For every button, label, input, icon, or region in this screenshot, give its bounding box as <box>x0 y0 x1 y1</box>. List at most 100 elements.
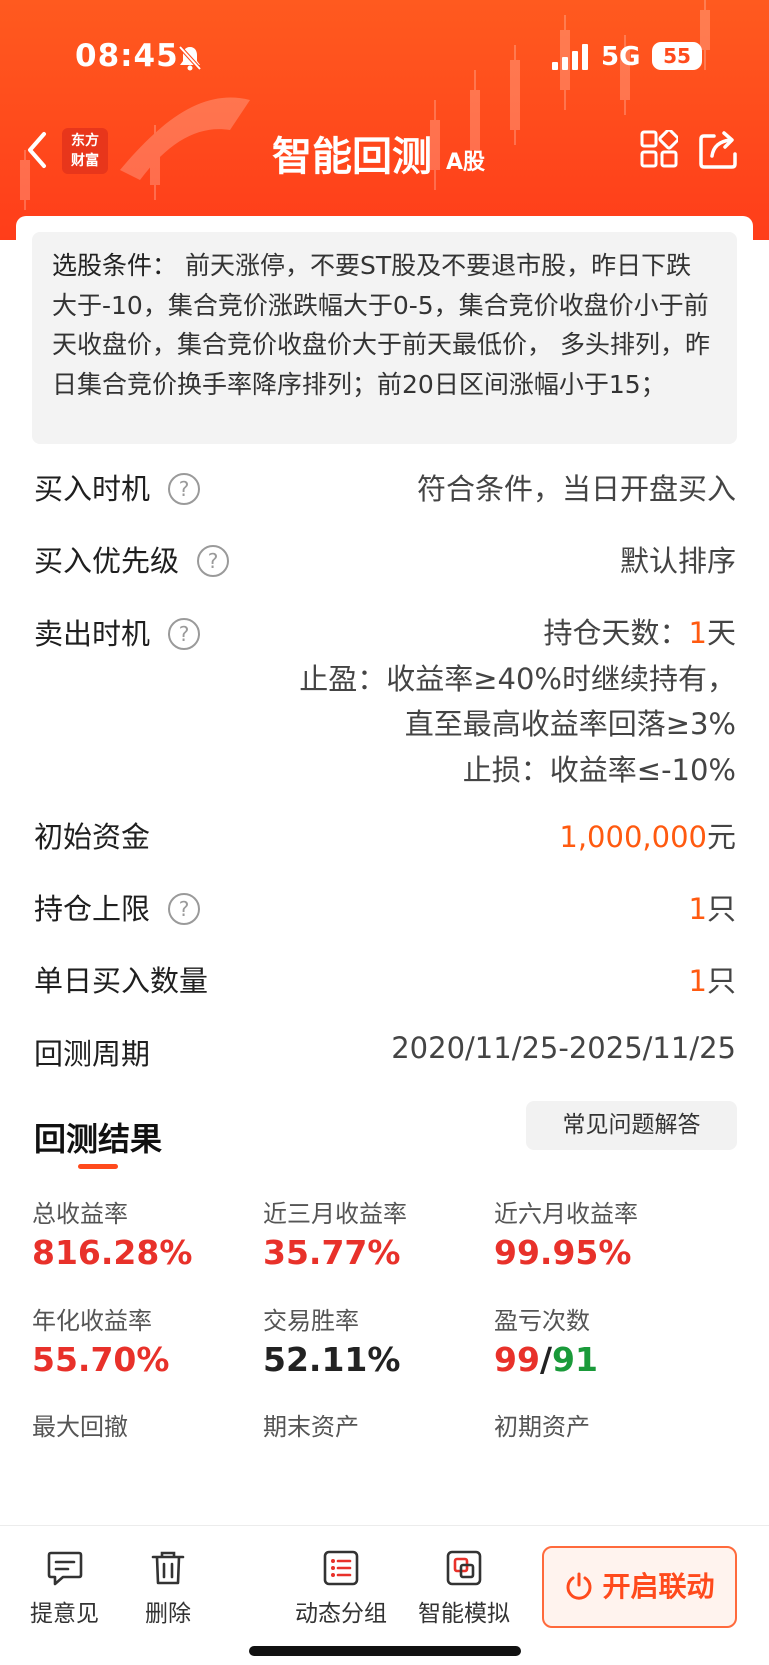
buy-priority-value: 默认排序 <box>619 544 736 578</box>
hold-days-line: 持仓天数：1天 <box>299 611 736 657</box>
feedback-label: 提意见 <box>30 1601 99 1627</box>
stat-label: 年化收益率 <box>32 1307 152 1335</box>
initial-capital-unit: 元 <box>706 820 736 854</box>
share-icon[interactable] <box>698 128 740 170</box>
initial-capital-label: 初始资金 <box>34 820 151 854</box>
hold-days-prefix: 持仓天数： <box>543 616 689 650</box>
stat-value: 55.70% <box>32 1340 170 1379</box>
daily-buy-count-value-wrap: 1只 <box>689 958 736 1000</box>
stat-value: 99/91 <box>494 1340 714 1379</box>
take-profit-line-2: 直至最高收益率回落≥3% <box>404 707 736 741</box>
buy-timing-value: 符合条件，当日开盘买入 <box>416 472 736 506</box>
smart-simulation-label: 智能模拟 <box>418 1601 510 1627</box>
daily-buy-count-unit: 只 <box>706 964 736 998</box>
backtest-period-label: 回测周期 <box>34 1037 151 1071</box>
backtest-card: 选股条件： 前天涨停，不要ST股及不要退市股，昨日下跌大于-10，集合竞价涨跌幅… <box>16 216 753 1665</box>
stat-value: 816.28% <box>32 1233 193 1272</box>
position-limit-value: 1 <box>688 892 707 926</box>
stat-label: 近六月收益率 <box>494 1200 638 1228</box>
stat-value: 99.95% <box>494 1233 632 1272</box>
initial-capital-value-wrap: 1,000,000元 <box>559 814 736 856</box>
loss-count: 91 <box>552 1340 598 1379</box>
stat-label: 期末资产 <box>263 1413 359 1441</box>
list-icon <box>323 1550 359 1586</box>
status-bar: 08:45 5G 55 <box>0 30 769 86</box>
stat-final-assets: 期末资产 <box>263 1407 483 1442</box>
position-limit-label: 持仓上限 <box>34 892 151 926</box>
position-limit-label-wrap: 持仓上限? <box>34 886 201 928</box>
buy-timing-label: 买入时机 <box>34 472 151 506</box>
results-title: 回测结果 <box>34 1120 163 1158</box>
stat-label: 近三月收益率 <box>263 1200 407 1228</box>
dynamic-group-label: 动态分组 <box>295 1601 387 1627</box>
sell-timing-label: 卖出时机 <box>34 617 151 651</box>
stat-six-month-return: 近六月收益率 99.95% <box>494 1194 714 1272</box>
home-indicator[interactable] <box>249 1646 521 1656</box>
initial-capital-value: 1,000,000 <box>559 820 707 854</box>
stat-max-drawdown: 最大回撤 <box>32 1407 252 1442</box>
stat-three-month-return: 近三月收益率 35.77% <box>263 1194 483 1272</box>
hold-days-value: 1 <box>688 616 707 650</box>
sell-timing-label-wrap: 卖出时机? <box>34 611 201 653</box>
stat-label: 初期资产 <box>494 1413 590 1441</box>
network-type: 5G <box>601 42 641 72</box>
stat-label: 盈亏次数 <box>494 1307 590 1335</box>
bell-off-icon <box>178 45 202 71</box>
enable-linkage-button[interactable]: 开启联动 <box>542 1546 737 1628</box>
conditions-label: 选股条件： <box>52 251 178 280</box>
battery-indicator: 55 <box>652 42 702 70</box>
results-title-underline <box>78 1164 118 1169</box>
stat-total-return: 总收益率 816.28% <box>32 1194 252 1272</box>
nav-bar: 东方 财富 智能回测 A股 <box>0 110 769 190</box>
backtest-period-value: 2020/11/25-2025/11/25 <box>391 1031 736 1065</box>
win-loss-separator: / <box>539 1340 552 1379</box>
delete-button[interactable]: 删除 <box>145 1548 191 1628</box>
market-tag: A股 <box>446 150 486 175</box>
daily-buy-count-value: 1 <box>688 964 707 998</box>
sell-timing-value: 持仓天数：1天 止盈：收益率≥40%时继续持有， 直至最高收益率回落≥3% 止损… <box>299 611 736 793</box>
stat-initial-assets: 初期资产 <box>494 1407 714 1442</box>
simulation-icon <box>446 1550 482 1586</box>
signal-icon <box>552 44 588 70</box>
faq-button[interactable]: 常见问题解答 <box>526 1101 737 1150</box>
grid-icon[interactable] <box>640 130 678 168</box>
power-icon <box>566 1572 592 1600</box>
delete-label: 删除 <box>145 1601 191 1627</box>
smart-simulation-button[interactable]: 智能模拟 <box>418 1548 510 1628</box>
back-arrow-icon[interactable] <box>24 130 50 170</box>
stat-label: 最大回撤 <box>32 1413 128 1441</box>
win-count: 99 <box>494 1340 540 1379</box>
help-icon[interactable]: ? <box>168 618 201 650</box>
hold-days-unit: 天 <box>706 616 736 650</box>
feedback-icon <box>47 1551 82 1586</box>
dynamic-group-button[interactable]: 动态分组 <box>295 1548 387 1628</box>
position-limit-value-wrap: 1只 <box>689 886 736 928</box>
stat-annualized-return: 年化收益率 55.70% <box>32 1301 252 1379</box>
trash-icon <box>151 1551 185 1585</box>
feedback-button[interactable]: 提意见 <box>30 1548 99 1628</box>
logo-text-line1: 东方 <box>71 133 99 149</box>
sell-timing-row: 卖出时机? 持仓天数：1天 止盈：收益率≥40%时继续持有， 直至最高收益率回落… <box>34 611 736 791</box>
status-time: 08:45 <box>75 38 179 74</box>
bottom-toolbar: 提意见 删除 动态分组 智能模拟 开启联动 <box>0 1525 769 1665</box>
stat-value: 35.77% <box>263 1233 401 1272</box>
daily-buy-count-label: 单日买入数量 <box>34 964 209 998</box>
take-profit-line-1: 止盈：收益率≥40%时继续持有， <box>299 661 736 696</box>
stat-win-rate: 交易胜率 52.11% <box>263 1301 483 1379</box>
enable-linkage-label: 开启联动 <box>602 1570 715 1603</box>
stat-value: 52.11% <box>263 1340 401 1379</box>
buy-priority-label-wrap: 买入优先级? <box>34 538 230 580</box>
buy-priority-label: 买入优先级 <box>34 544 180 578</box>
stat-win-loss-count: 盈亏次数 99/91 <box>494 1301 714 1379</box>
page-title: 智能回测 <box>272 134 432 180</box>
help-icon[interactable]: ? <box>168 473 201 505</box>
stat-label: 总收益率 <box>32 1200 128 1228</box>
stock-selection-conditions: 选股条件： 前天涨停，不要ST股及不要退市股，昨日下跌大于-10，集合竞价涨跌幅… <box>32 232 737 444</box>
logo-text-line2: 财富 <box>71 153 99 169</box>
app-logo: 东方 财富 <box>62 128 108 174</box>
stop-loss-line: 止损：收益率≤-10% <box>462 752 736 787</box>
help-icon[interactable]: ? <box>168 893 201 925</box>
help-icon[interactable]: ? <box>197 545 230 577</box>
position-limit-unit: 只 <box>706 892 736 926</box>
buy-timing-label-wrap: 买入时机? <box>34 466 201 508</box>
